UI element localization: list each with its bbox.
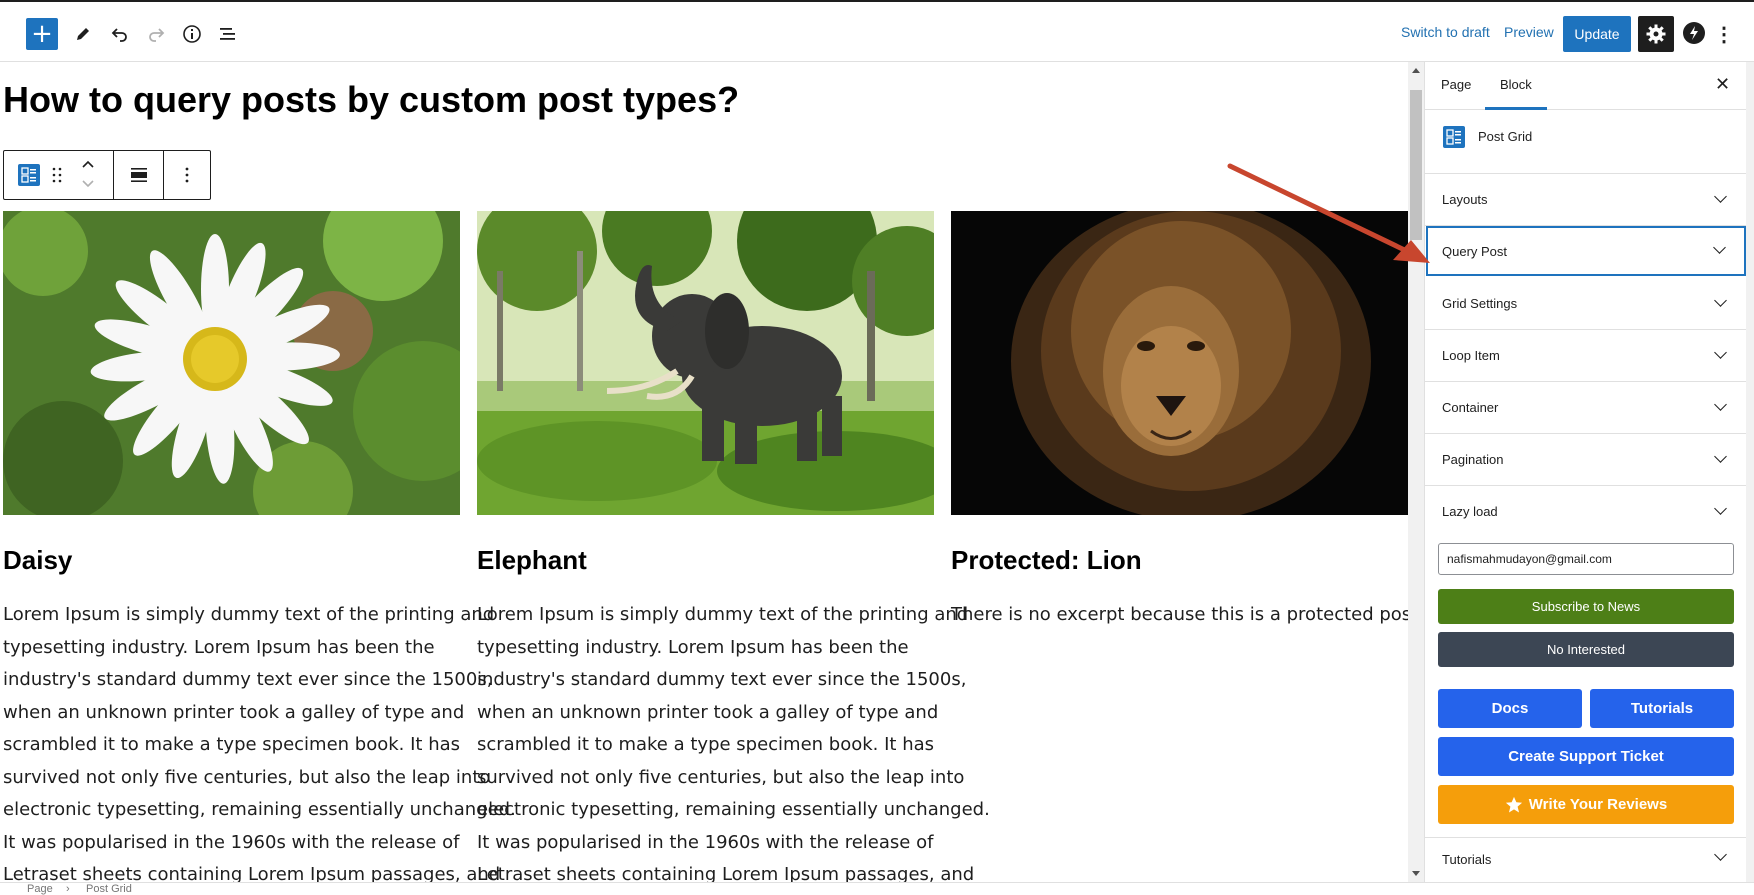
block-card: Post Grid bbox=[1425, 110, 1747, 174]
editor-canvas: How to query posts by custom post types? bbox=[0, 62, 1408, 882]
scroll-down-icon[interactable] bbox=[1412, 871, 1420, 876]
panel-query-post[interactable]: Query Post bbox=[1426, 226, 1746, 276]
gear-icon bbox=[1646, 24, 1666, 44]
close-sidebar-button[interactable]: ✕ bbox=[1715, 74, 1730, 95]
panel-grid-settings[interactable]: Grid Settings bbox=[1425, 278, 1747, 330]
preview-link[interactable]: Preview bbox=[1504, 24, 1554, 40]
sidebar-scrollbar[interactable] bbox=[1746, 62, 1754, 882]
details-button[interactable] bbox=[176, 18, 208, 50]
align-icon bbox=[130, 168, 147, 182]
sidebar-tabs: Page Block ✕ bbox=[1425, 62, 1747, 110]
tab-block[interactable]: Block bbox=[1500, 77, 1532, 92]
lightning-icon bbox=[1690, 26, 1698, 40]
undo-icon bbox=[111, 28, 127, 42]
editor-toolbar: + Switch to draft Preview Update ⋮ bbox=[0, 0, 1754, 62]
grid-item-excerpt: There is no excerpt because this is a pr… bbox=[951, 604, 1408, 625]
post-title[interactable]: How to query posts by custom post types? bbox=[3, 79, 739, 121]
daisy-image[interactable] bbox=[3, 211, 460, 515]
grid-item-title[interactable]: Protected: Lion bbox=[951, 545, 1142, 576]
more-options-button[interactable]: ⋮ bbox=[1714, 18, 1734, 50]
pencil-icon bbox=[77, 28, 89, 40]
tab-page[interactable]: Page bbox=[1441, 77, 1471, 92]
panel-label: Tutorials bbox=[1442, 852, 1492, 867]
panel-layouts[interactable]: Layouts bbox=[1425, 174, 1747, 226]
list-view-button[interactable] bbox=[212, 18, 244, 50]
chevron-down-icon bbox=[1714, 450, 1727, 463]
panel-lazy-load[interactable]: Lazy load bbox=[1425, 486, 1747, 538]
write-reviews-button[interactable]: Write Your Reviews bbox=[1438, 785, 1734, 824]
info-icon bbox=[183, 25, 201, 43]
block-switcher-group bbox=[4, 151, 114, 199]
reviews-label: Write Your Reviews bbox=[1528, 796, 1668, 813]
star-icon bbox=[1505, 796, 1522, 813]
block-card-title: Post Grid bbox=[1478, 129, 1533, 144]
settings-button[interactable] bbox=[1638, 16, 1674, 52]
grid-icon bbox=[21, 167, 36, 183]
chevron-down-icon bbox=[1713, 241, 1726, 254]
breadcrumb-item[interactable]: Post Grid bbox=[86, 883, 132, 895]
panel-loop-item[interactable]: Loop Item bbox=[1425, 330, 1747, 382]
update-button[interactable]: Update bbox=[1563, 16, 1631, 52]
docs-button[interactable]: Docs bbox=[1438, 689, 1582, 728]
panel-tutorials[interactable]: Tutorials bbox=[1425, 837, 1747, 882]
block-toolbar bbox=[3, 150, 211, 200]
vertical-dots-icon bbox=[185, 167, 189, 183]
redo-button[interactable] bbox=[140, 18, 172, 50]
scroll-up-icon[interactable] bbox=[1412, 68, 1420, 73]
drag-handle-icon[interactable] bbox=[52, 167, 62, 188]
lion-image[interactable] bbox=[951, 211, 1408, 515]
panel-label: Grid Settings bbox=[1442, 296, 1518, 311]
move-up-down-icon[interactable] bbox=[81, 159, 95, 196]
chevron-down-icon bbox=[1714, 848, 1727, 861]
scroll-thumb[interactable] bbox=[1410, 90, 1422, 240]
grid-item-excerpt: Lorem Ipsum is simply dummy text of the … bbox=[477, 604, 990, 882]
breadcrumb-separator: › bbox=[66, 883, 70, 895]
block-inserter-button[interactable]: + bbox=[26, 18, 58, 50]
no-interested-button[interactable]: No Interested bbox=[1438, 632, 1734, 667]
grid-item-title[interactable]: Daisy bbox=[3, 545, 72, 576]
breadcrumb: Page › Post Grid bbox=[0, 882, 1754, 895]
create-support-ticket-button[interactable]: Create Support Ticket bbox=[1438, 737, 1734, 776]
chevron-down-icon bbox=[1714, 398, 1727, 411]
plugin-zap-button[interactable] bbox=[1683, 22, 1705, 44]
panel-label: Layouts bbox=[1442, 192, 1488, 207]
panel-container[interactable]: Container bbox=[1425, 382, 1747, 434]
chevron-down-icon bbox=[1714, 346, 1727, 359]
block-options-button[interactable] bbox=[164, 151, 210, 199]
panel-pagination[interactable]: Pagination bbox=[1425, 434, 1747, 486]
chevron-down-icon bbox=[1714, 502, 1727, 515]
canvas-scrollbar[interactable] bbox=[1408, 62, 1424, 882]
align-button[interactable] bbox=[114, 151, 164, 199]
post-grid-icon bbox=[1443, 126, 1465, 148]
list-view-icon bbox=[220, 28, 235, 40]
tools-button[interactable] bbox=[67, 18, 99, 50]
settings-sidebar: Page Block ✕ Post Grid Layouts Query Pos… bbox=[1424, 62, 1747, 882]
panel-label: Query Post bbox=[1442, 244, 1508, 259]
panel-label: Pagination bbox=[1442, 452, 1504, 467]
tutorials-button[interactable]: Tutorials bbox=[1590, 689, 1734, 728]
grid-item-lion bbox=[951, 211, 1408, 515]
redo-icon bbox=[149, 28, 165, 42]
chevron-down-icon bbox=[1714, 294, 1727, 307]
grid-item-elephant bbox=[477, 211, 934, 515]
chevron-down-icon bbox=[1714, 190, 1727, 203]
panel-label: Container bbox=[1442, 400, 1499, 415]
grid-item-daisy bbox=[3, 211, 460, 515]
subscribe-button[interactable]: Subscribe to News bbox=[1438, 589, 1734, 624]
breadcrumb-item[interactable]: Page bbox=[27, 883, 53, 895]
post-grid-block-icon[interactable] bbox=[18, 164, 40, 186]
undo-button[interactable] bbox=[104, 18, 136, 50]
panel-label: Loop Item bbox=[1442, 348, 1500, 363]
panel-label: Lazy load bbox=[1442, 504, 1498, 519]
elephant-image[interactable] bbox=[477, 211, 934, 515]
grid-item-title[interactable]: Elephant bbox=[477, 545, 587, 576]
grid-item-excerpt: Lorem Ipsum is simply dummy text of the … bbox=[3, 604, 516, 882]
email-field[interactable]: nafismahmudayon@gmail.com bbox=[1438, 543, 1734, 575]
switch-to-draft-link[interactable]: Switch to draft bbox=[1401, 24, 1490, 40]
